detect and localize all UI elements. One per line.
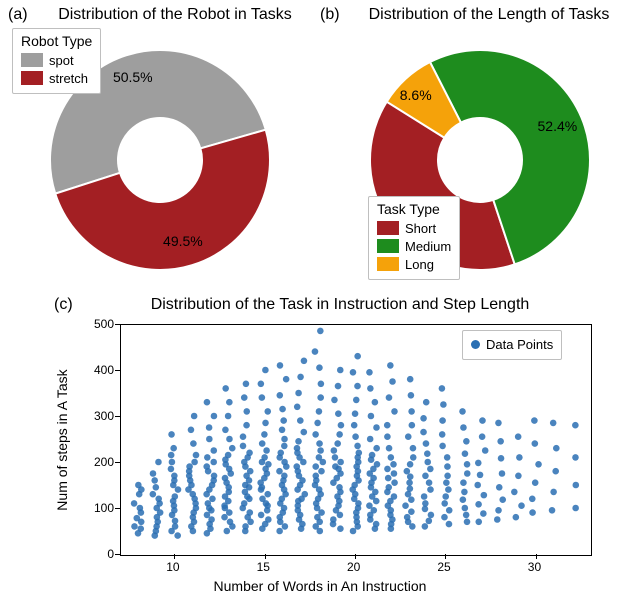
legend-c-dot — [471, 340, 480, 349]
legend-c-row-0: Data Points — [471, 335, 553, 353]
panel-c-label: (c) — [54, 296, 73, 314]
legend-b-swatch-1 — [377, 239, 399, 253]
legend-a-swatch-0 — [21, 53, 43, 67]
legend-a-label-1: stretch — [49, 71, 88, 86]
legend-b-row-1: Medium — [377, 237, 451, 255]
legend-b-label-1: Medium — [405, 239, 451, 254]
y-tick-label: 100 — [94, 501, 114, 515]
legend-b-row-2: Long — [377, 255, 451, 273]
legend-b-row-0: Short — [377, 219, 451, 237]
x-tick-label: 30 — [528, 560, 541, 574]
y-tick-label: 200 — [94, 455, 114, 469]
y-axis-label: Num of steps in A Task — [54, 369, 70, 510]
y-tick-label: 500 — [94, 317, 114, 331]
panel-a: (a) Distribution of the Robot in Tasks 5… — [0, 0, 320, 290]
legend-b-label-2: Long — [405, 257, 434, 272]
panel-a-slice-label-0: 50.5% — [113, 69, 153, 85]
legend-b-swatch-0 — [377, 221, 399, 235]
y-tick-label: 0 — [107, 547, 114, 561]
legend-b: Task Type Short Medium Long — [368, 196, 460, 280]
x-tick-label: 15 — [257, 560, 270, 574]
panel-a-slice-label-1: 49.5% — [163, 233, 203, 249]
legend-c-label: Data Points — [486, 337, 553, 352]
panel-b-slice-label-1: 52.4% — [538, 118, 578, 134]
legend-b-title: Task Type — [377, 201, 451, 217]
legend-a-label-0: spot — [49, 53, 74, 68]
figure-root: (a) Distribution of the Robot in Tasks 5… — [0, 0, 640, 611]
legend-a-swatch-1 — [21, 71, 43, 85]
x-tick-label: 20 — [347, 560, 360, 574]
legend-c: Data Points — [462, 330, 562, 360]
legend-a: Robot Type spot stretch — [12, 28, 101, 94]
x-axis-label: Number of Words in An Instruction — [0, 578, 640, 594]
legend-b-label-0: Short — [405, 221, 436, 236]
legend-a-row-0: spot — [21, 51, 92, 69]
legend-a-row-1: stretch — [21, 69, 92, 87]
y-tick-label: 400 — [94, 363, 114, 377]
panel-c-title: Distribution of the Task in Instruction … — [80, 296, 600, 314]
panel-c: (c) Distribution of the Task in Instruct… — [0, 290, 640, 611]
legend-b-swatch-2 — [377, 257, 399, 271]
panel-b-slice-label-2: 8.6% — [400, 87, 432, 103]
y-tick-label: 300 — [94, 409, 114, 423]
legend-a-title: Robot Type — [21, 33, 92, 49]
x-tick-label: 25 — [437, 560, 450, 574]
x-tick-label: 10 — [166, 560, 179, 574]
panel-b: (b) Distribution of the Length of Tasks … — [320, 0, 640, 290]
